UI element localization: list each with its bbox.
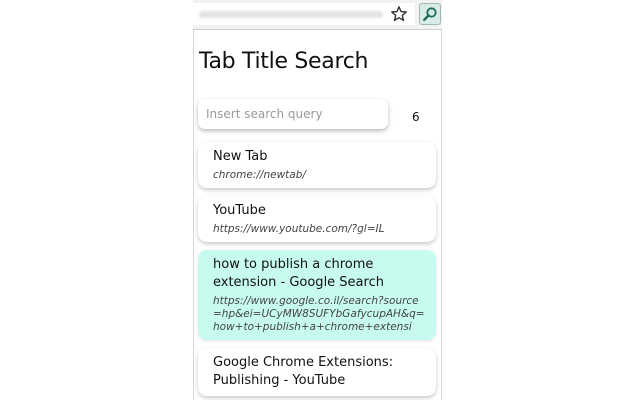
- search-input[interactable]: [198, 99, 388, 129]
- tab-list: New Tab chrome://newtab/ YouTube https:/…: [198, 142, 436, 400]
- star-icon[interactable]: [389, 4, 409, 24]
- popup-title: Tab Title Search: [199, 49, 369, 74]
- tab-item[interactable]: YouTube https://www.youtube.com/?gl=IL: [198, 196, 436, 242]
- address-bar[interactable]: [193, 3, 415, 25]
- tab-search-extension-button[interactable]: [419, 3, 441, 25]
- tab-item-active[interactable]: how to publish a chrome extension - Goog…: [198, 250, 436, 340]
- tab-title: New Tab: [213, 149, 268, 164]
- browser-toolbar: [193, 0, 442, 30]
- address-bar-text: [199, 11, 383, 18]
- tab-url: https://www.google.co.il/search?source=h…: [213, 295, 425, 333]
- tab-item[interactable]: New Tab chrome://newtab/: [198, 142, 436, 188]
- tab-title: how to publish a chrome extension - Goog…: [213, 257, 384, 290]
- extension-popup: Tab Title Search 6 New Tab chrome://newt…: [193, 30, 442, 400]
- tab-title: YouTube: [213, 203, 266, 218]
- result-count: 6: [412, 110, 420, 124]
- tab-url: chrome://newtab/: [213, 169, 306, 181]
- tab-item[interactable]: Google Chrome Extensions: Publishing - Y…: [198, 348, 436, 396]
- tab-url: https://www.youtube.com/?gl=IL: [213, 223, 385, 235]
- tab-title: Google Chrome Extensions: Publishing - Y…: [213, 355, 394, 388]
